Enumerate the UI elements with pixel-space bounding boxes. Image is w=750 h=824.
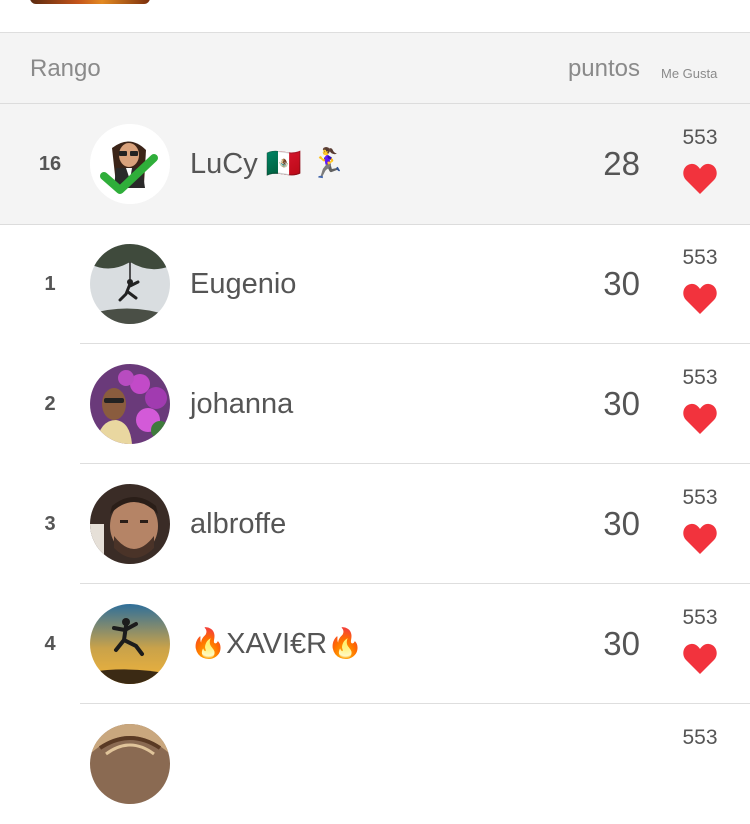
likes-count: 553 bbox=[682, 726, 718, 749]
points-column-header: puntos bbox=[567, 55, 640, 82]
top-strip bbox=[0, 0, 750, 33]
rank-number: 2 bbox=[44, 393, 56, 415]
likes-count: 553 bbox=[682, 366, 718, 389]
rank-number: 3 bbox=[44, 513, 56, 535]
leaderboard-row[interactable]: 4 🔥XAVI€R🔥 30 553 bbox=[0, 584, 750, 704]
points-value: 30 bbox=[603, 265, 640, 302]
avatar[interactable] bbox=[90, 604, 170, 684]
avatar[interactable] bbox=[90, 124, 170, 204]
avatar[interactable] bbox=[90, 724, 170, 804]
leaderboard-row[interactable]: 3 albroffe 30 553 bbox=[0, 464, 750, 584]
leaderboard-row[interactable]: 553 bbox=[0, 704, 750, 824]
rank-number: 1 bbox=[44, 273, 56, 295]
climber-photo bbox=[90, 244, 170, 324]
leaderboard-header: Rango puntos Me Gusta bbox=[0, 33, 750, 104]
likes-count: 553 bbox=[682, 486, 718, 509]
man-portrait-photo bbox=[90, 484, 170, 564]
points-value: 28 bbox=[603, 145, 640, 182]
bitmoji-checkmark-icon bbox=[90, 124, 170, 204]
username: Eugenio bbox=[190, 268, 297, 300]
avatar[interactable] bbox=[90, 244, 170, 324]
leaderboard-row-current-user[interactable]: 16 LuCy 🇲🇽 🏃‍♀️ 28 553 bbox=[0, 104, 750, 225]
heart-icon[interactable] bbox=[682, 162, 718, 196]
username: johanna bbox=[190, 388, 294, 420]
rank-number: 4 bbox=[44, 633, 56, 655]
username: LuCy 🇲🇽 🏃‍♀️ bbox=[190, 148, 347, 180]
username: albroffe bbox=[190, 508, 287, 540]
likes-count: 553 bbox=[682, 126, 718, 149]
leaderboard-row[interactable]: 1 Eugenio 30 553 bbox=[0, 224, 750, 344]
points-value: 30 bbox=[603, 625, 640, 662]
leaderboard-row[interactable]: 2 johanna 30 553 bbox=[0, 344, 750, 464]
rank-number bbox=[0, 704, 100, 824]
avatar[interactable] bbox=[90, 484, 170, 564]
likes-count: 553 bbox=[682, 606, 718, 629]
heart-icon[interactable] bbox=[682, 642, 718, 676]
heart-icon[interactable] bbox=[682, 282, 718, 316]
likes-column-header: Me Gusta bbox=[661, 66, 718, 81]
heart-icon[interactable] bbox=[682, 522, 718, 556]
avatar[interactable] bbox=[90, 364, 170, 444]
jumper-sunset-photo bbox=[90, 604, 170, 684]
rank-number: 16 bbox=[38, 153, 62, 175]
heart-icon[interactable] bbox=[682, 402, 718, 436]
woman-flowers-photo bbox=[90, 364, 170, 444]
rank-column-header: Rango bbox=[30, 55, 101, 82]
likes-count: 553 bbox=[682, 246, 718, 269]
points-value: 30 bbox=[603, 505, 640, 542]
points-value: 30 bbox=[603, 385, 640, 422]
username: 🔥XAVI€R🔥 bbox=[190, 628, 364, 660]
top-image-thumbnail[interactable] bbox=[30, 0, 150, 4]
headdress-photo bbox=[90, 724, 170, 804]
